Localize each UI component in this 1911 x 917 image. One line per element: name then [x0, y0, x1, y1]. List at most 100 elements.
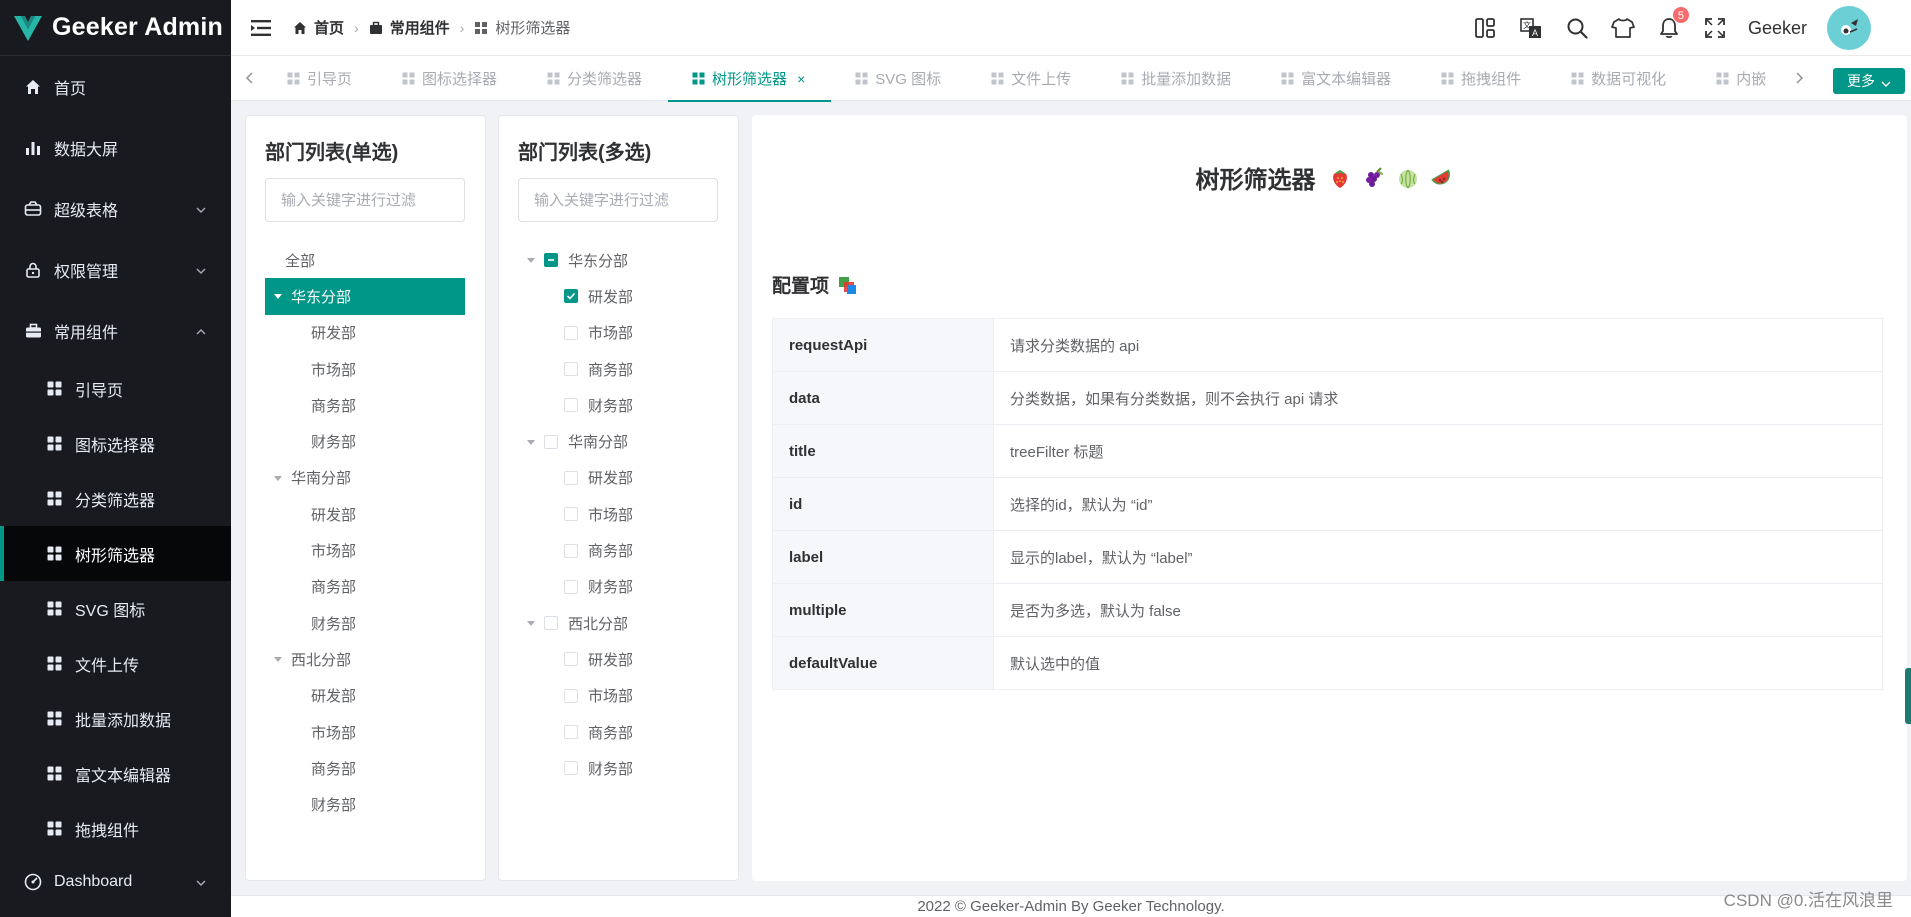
caret-down-icon[interactable] — [273, 473, 283, 483]
tab-8[interactable]: 拖拽组件 — [1417, 56, 1547, 101]
checkbox[interactable] — [544, 616, 558, 631]
checkbox[interactable] — [564, 688, 578, 703]
avatar[interactable] — [1827, 6, 1871, 50]
logo[interactable]: Geeker Admin — [0, 0, 231, 56]
tree-leaf[interactable]: 财务部 — [518, 750, 718, 786]
caret-down-icon[interactable] — [526, 437, 536, 447]
tree-leaf[interactable]: 研发部 — [518, 278, 718, 314]
checkbox[interactable] — [564, 325, 578, 340]
username[interactable]: Geeker — [1748, 18, 1807, 39]
caret-down-icon[interactable] — [526, 618, 536, 628]
sidebar-subitem-6[interactable]: 批量添加数据 — [0, 691, 231, 746]
tree-leaf[interactable]: 研发部 — [518, 641, 718, 677]
tab-3[interactable]: 树形筛选器 × — [668, 56, 832, 102]
sidebar-subitem-8[interactable]: 拖拽组件 — [0, 801, 231, 856]
checkbox[interactable] — [564, 470, 578, 485]
tree-node[interactable]: 华东分部 — [265, 278, 465, 315]
tab-1[interactable]: 图标选择器 — [378, 56, 523, 101]
tree-leaf[interactable]: 市场部 — [265, 351, 465, 387]
tree-leaf[interactable]: 市场部 — [265, 532, 465, 568]
sidebar-subitem-3[interactable]: 树形筛选器 — [0, 526, 231, 581]
tree-leaf[interactable]: 市场部 — [518, 496, 718, 532]
tab-5[interactable]: 文件上传 — [967, 56, 1097, 101]
tree-leaf[interactable]: 财务部 — [265, 423, 465, 459]
sidebar-item-home[interactable]: 首页 — [0, 56, 231, 117]
sidebar-subitem-2[interactable]: 分类筛选器 — [0, 471, 231, 526]
sidebar-item-bar-chart[interactable]: 数据大屏 — [0, 117, 231, 178]
tree-leaf[interactable]: 财务部 — [518, 387, 718, 423]
tab-6[interactable]: 批量添加数据 — [1097, 56, 1257, 101]
tabs-scroll-left-icon[interactable] — [245, 71, 255, 85]
tab-7[interactable]: 富文本编辑器 — [1257, 56, 1417, 101]
search-icon[interactable] — [1564, 15, 1590, 41]
grid-icon — [47, 436, 63, 452]
multi-tree-filter-input[interactable] — [518, 178, 718, 222]
sidebar-subitem-0[interactable]: 引导页 — [0, 361, 231, 416]
sidebar-item-lock[interactable]: 权限管理 — [0, 239, 231, 300]
checkbox[interactable] — [564, 507, 578, 522]
tree-leaf[interactable]: 市场部 — [518, 678, 718, 714]
checkbox[interactable] — [564, 543, 578, 558]
tree-leaf[interactable]: 商务部 — [518, 532, 718, 568]
tree-leaf[interactable]: 商务部 — [518, 351, 718, 387]
tree-leaf[interactable]: 市场部 — [518, 315, 718, 351]
checkbox[interactable] — [564, 725, 578, 739]
scrollbar[interactable] — [1905, 668, 1911, 724]
sidebar-item-dashboard[interactable]: Dashboard — [0, 856, 231, 908]
tree-leaf[interactable]: 研发部 — [265, 315, 465, 351]
tree-leaf[interactable]: 商务部 — [265, 387, 465, 423]
close-icon[interactable]: × — [797, 71, 805, 87]
fullscreen-icon[interactable] — [1702, 15, 1728, 41]
breadcrumb-home[interactable]: 首页 — [293, 17, 344, 38]
checkbox[interactable] — [564, 579, 578, 594]
tree-node[interactable]: 西北分部 — [518, 605, 718, 641]
tab-9[interactable]: 数据可视化 — [1547, 56, 1692, 101]
caret-down-icon[interactable] — [273, 291, 283, 301]
breadcrumb-components[interactable]: 常用组件 — [369, 17, 450, 38]
tree-leaf[interactable]: 研发部 — [518, 460, 718, 496]
tree-node-all[interactable]: 全部 — [265, 242, 465, 278]
checkbox[interactable] — [564, 761, 578, 776]
checkbox[interactable] — [564, 652, 578, 667]
grid-icon — [47, 711, 63, 727]
tree-node[interactable]: 西北分部 — [265, 641, 465, 677]
theme-shirt-icon[interactable] — [1610, 15, 1636, 41]
tree-leaf[interactable]: 财务部 — [265, 786, 465, 822]
sidebar-item-briefcase[interactable]: 常用组件 — [0, 300, 231, 361]
tab-4[interactable]: SVG 图标 — [831, 56, 967, 101]
checkbox[interactable] — [564, 398, 578, 413]
tree-leaf[interactable]: 研发部 — [265, 678, 465, 714]
checkbox[interactable] — [564, 289, 578, 304]
tree-leaf[interactable]: 商务部 — [265, 750, 465, 786]
tab-2[interactable]: 分类筛选器 — [523, 56, 668, 101]
tree-node[interactable]: 华南分部 — [265, 460, 465, 496]
sidebar-subitem-1[interactable]: 图标选择器 — [0, 416, 231, 471]
tree-node[interactable]: 华南分部 — [518, 423, 718, 459]
tree-leaf[interactable]: 财务部 — [265, 605, 465, 641]
tree-leaf[interactable]: 财务部 — [518, 569, 718, 605]
tree-node[interactable]: 华东分部 — [518, 242, 718, 278]
sidebar-subitem-7[interactable]: 富文本编辑器 — [0, 746, 231, 801]
tree-leaf[interactable]: 研发部 — [265, 496, 465, 532]
collapse-menu-icon[interactable] — [251, 19, 271, 37]
sidebar-item-table[interactable]: 超级表格 — [0, 178, 231, 239]
more-tabs-button[interactable]: 更多 — [1833, 68, 1905, 94]
single-tree-filter-input[interactable] — [265, 178, 465, 222]
tree-leaf[interactable]: 市场部 — [265, 714, 465, 750]
tree-leaf[interactable]: 商务部 — [265, 569, 465, 605]
caret-down-icon[interactable] — [273, 654, 283, 664]
checkbox[interactable] — [564, 362, 578, 377]
tab-0[interactable]: 引导页 — [263, 56, 378, 101]
checkbox[interactable] — [544, 434, 558, 449]
config-desc: 是否为多选，默认为 false — [993, 583, 1883, 637]
layout-icon[interactable] — [1472, 15, 1498, 41]
tree-leaf[interactable]: 商务部 — [518, 714, 718, 750]
caret-down-icon[interactable] — [526, 255, 536, 265]
checkbox[interactable] — [544, 253, 558, 268]
translate-icon[interactable]: A文 — [1518, 15, 1544, 41]
tabs-scroll-right-icon[interactable] — [1794, 71, 1804, 85]
tab-10[interactable]: 内嵌 — [1692, 56, 1792, 101]
sidebar-subitem-5[interactable]: 文件上传 — [0, 636, 231, 691]
sidebar-subitem-4[interactable]: SVG 图标 — [0, 581, 231, 636]
notification-bell-icon[interactable]: 5 — [1656, 6, 1690, 41]
